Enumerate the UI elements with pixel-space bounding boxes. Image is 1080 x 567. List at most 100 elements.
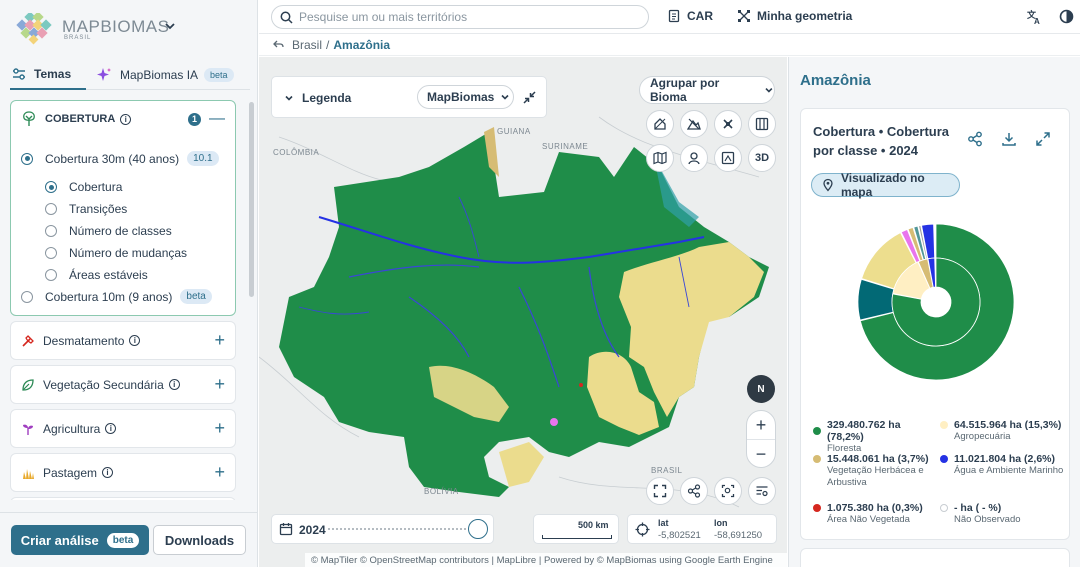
suboption-label: Número de mudanças [69, 246, 188, 260]
compass-icon[interactable]: N [747, 375, 775, 403]
legend-panel: Legenda MapBiomas [271, 76, 547, 118]
layer-home-button[interactable] [646, 110, 674, 138]
tree-icon [23, 111, 35, 126]
info-icon[interactable]: i [105, 423, 117, 434]
view-3d-button[interactable]: 3D [748, 144, 776, 172]
search-input[interactable] [299, 10, 629, 24]
basemap-button[interactable] [646, 144, 674, 172]
suboption-numero-classes[interactable]: Número de classes [45, 224, 172, 238]
expand-icon[interactable] [1035, 131, 1051, 147]
back-arrow-icon[interactable] [273, 39, 284, 50]
draw-button[interactable] [714, 144, 742, 172]
suboption-areas-estaveis[interactable]: Áreas estáveis [45, 268, 148, 282]
search-icon [280, 11, 293, 24]
visualized-on-map-toggle[interactable]: Visualizado no mapa [811, 171, 960, 199]
dark-mode-icon[interactable] [1059, 9, 1074, 24]
visualized-label: Visualizado no mapa [840, 171, 925, 199]
legend-dropdown[interactable]: MapBiomas [417, 85, 514, 109]
legend-name: Não Observado [954, 514, 1021, 525]
tab-temas[interactable]: Temas [10, 60, 86, 90]
option-cobertura-10m[interactable]: Cobertura 10m (9 anos) beta [21, 289, 212, 304]
theme-card-desmatamento[interactable]: Desmatamento i + [10, 321, 236, 360]
breadcrumb-root[interactable]: Brasil [292, 38, 322, 52]
legend-dot [940, 455, 948, 463]
chevron-down-icon[interactable] [164, 20, 176, 32]
legend-value: 329.480.762 ha (78,2%) [827, 419, 901, 443]
fullscreen-button[interactable] [646, 477, 674, 505]
create-analysis-button[interactable]: Criar análise beta [11, 525, 149, 555]
radio-button[interactable] [45, 247, 57, 259]
theme-label: Agricultura [43, 421, 101, 436]
legend-value: 11.021.804 ha (2,6%) [954, 453, 1055, 465]
theme-card-vegetacao-secundaria[interactable]: Vegetação Secundária i + [10, 365, 236, 404]
radio-button[interactable] [21, 290, 33, 303]
suboption-cobertura[interactable]: Cobertura [45, 180, 122, 194]
car-button[interactable]: CAR [667, 9, 713, 23]
inner-ring-slice-4[interactable] [934, 257, 937, 288]
layer-satellite-button[interactable] [714, 110, 742, 138]
add-icon[interactable]: + [214, 462, 225, 483]
year-slider-thumb[interactable] [468, 519, 488, 539]
tab-ia-label: MapBiomas IA [120, 67, 199, 82]
share-map-button[interactable] [680, 477, 708, 505]
suboption-transicoes[interactable]: Transições [45, 202, 127, 216]
option-cobertura-30m[interactable]: Cobertura 30m (40 anos) 10.1 [21, 151, 219, 166]
theme-card-pastagem[interactable]: Pastagem i + [10, 453, 236, 492]
collapse-icon[interactable]: — [209, 110, 225, 128]
tab-mapbiomas-ia[interactable]: MapBiomas IA beta [96, 60, 234, 90]
add-icon[interactable]: + [214, 418, 225, 439]
cobertura-header[interactable]: COBERTURA i 1 — [11, 101, 235, 137]
radio-button[interactable] [21, 152, 33, 165]
legend-item-agua: 11.021.804 ha (2,6%) Água e Ambiente Mar… [940, 453, 1064, 477]
info-icon[interactable]: i [120, 113, 132, 125]
user-pin-icon [688, 152, 700, 165]
grass-icon [23, 468, 34, 479]
group-by-dropdown[interactable]: Agrupar por Bioma [639, 76, 775, 104]
legend-dropdown-value: MapBiomas [427, 90, 495, 104]
zoom-out-button[interactable]: − [747, 440, 775, 469]
year-slider-track[interactable] [328, 528, 478, 532]
coverage-donut-chart [857, 223, 1015, 381]
radio-button[interactable] [45, 203, 57, 215]
share-icon[interactable] [967, 131, 983, 147]
columns-icon [755, 117, 769, 131]
zoom-in-button[interactable]: + [747, 411, 775, 440]
download-icon[interactable] [1001, 131, 1017, 147]
location-button[interactable] [680, 144, 708, 172]
theme-card-agricultura[interactable]: Agricultura i + [10, 409, 236, 448]
info-icon[interactable]: i [129, 335, 141, 346]
add-icon[interactable]: + [214, 330, 225, 351]
radio-button[interactable] [45, 181, 57, 193]
info-icon[interactable]: i [102, 467, 114, 478]
zoom-to-area-button[interactable] [714, 477, 742, 505]
suboption-numero-mudancas[interactable]: Número de mudanças [45, 246, 187, 260]
crosshair-icon[interactable] [635, 522, 650, 537]
mapbiomas-logo[interactable]: MAPBIOMAS BRASIL [14, 12, 184, 46]
my-geometry-button[interactable]: Minha geometria [737, 9, 852, 23]
sidebar-scrollbar[interactable] [249, 102, 254, 297]
map-list-button[interactable] [748, 477, 776, 505]
leaf-icon [22, 378, 34, 391]
search-bar[interactable] [271, 5, 649, 29]
polygon-icon [738, 10, 750, 22]
downloads-button[interactable]: Downloads [153, 525, 246, 555]
radio-button[interactable] [45, 269, 57, 281]
scale-line [542, 535, 612, 539]
scale-bar: 500 km [533, 514, 619, 544]
layer-compare-button[interactable] [748, 110, 776, 138]
layer-terrain-button[interactable] [680, 110, 708, 138]
translate-icon[interactable]: 文A [1026, 9, 1042, 25]
collapse-arrows-icon[interactable] [523, 91, 536, 104]
legend-item-area-nao-vegetada: 1.075.380 ha (0,3%) Área Não Vegetada [813, 502, 937, 526]
beta-badge: beta [106, 532, 140, 548]
theme-card-more[interactable] [10, 497, 236, 500]
mountain-off-icon [687, 118, 701, 130]
calendar-icon[interactable] [279, 522, 293, 536]
radio-button[interactable] [45, 225, 57, 237]
suboption-label: Transições [69, 202, 128, 216]
map-attribution[interactable]: © MapTiler © OpenStreetMap contributors … [305, 553, 787, 567]
info-icon[interactable]: i [168, 379, 180, 390]
add-icon[interactable]: + [214, 374, 225, 395]
chevron-down-icon[interactable] [284, 93, 294, 103]
sidebar-tabs: Temas MapBiomas IA beta [10, 60, 250, 90]
